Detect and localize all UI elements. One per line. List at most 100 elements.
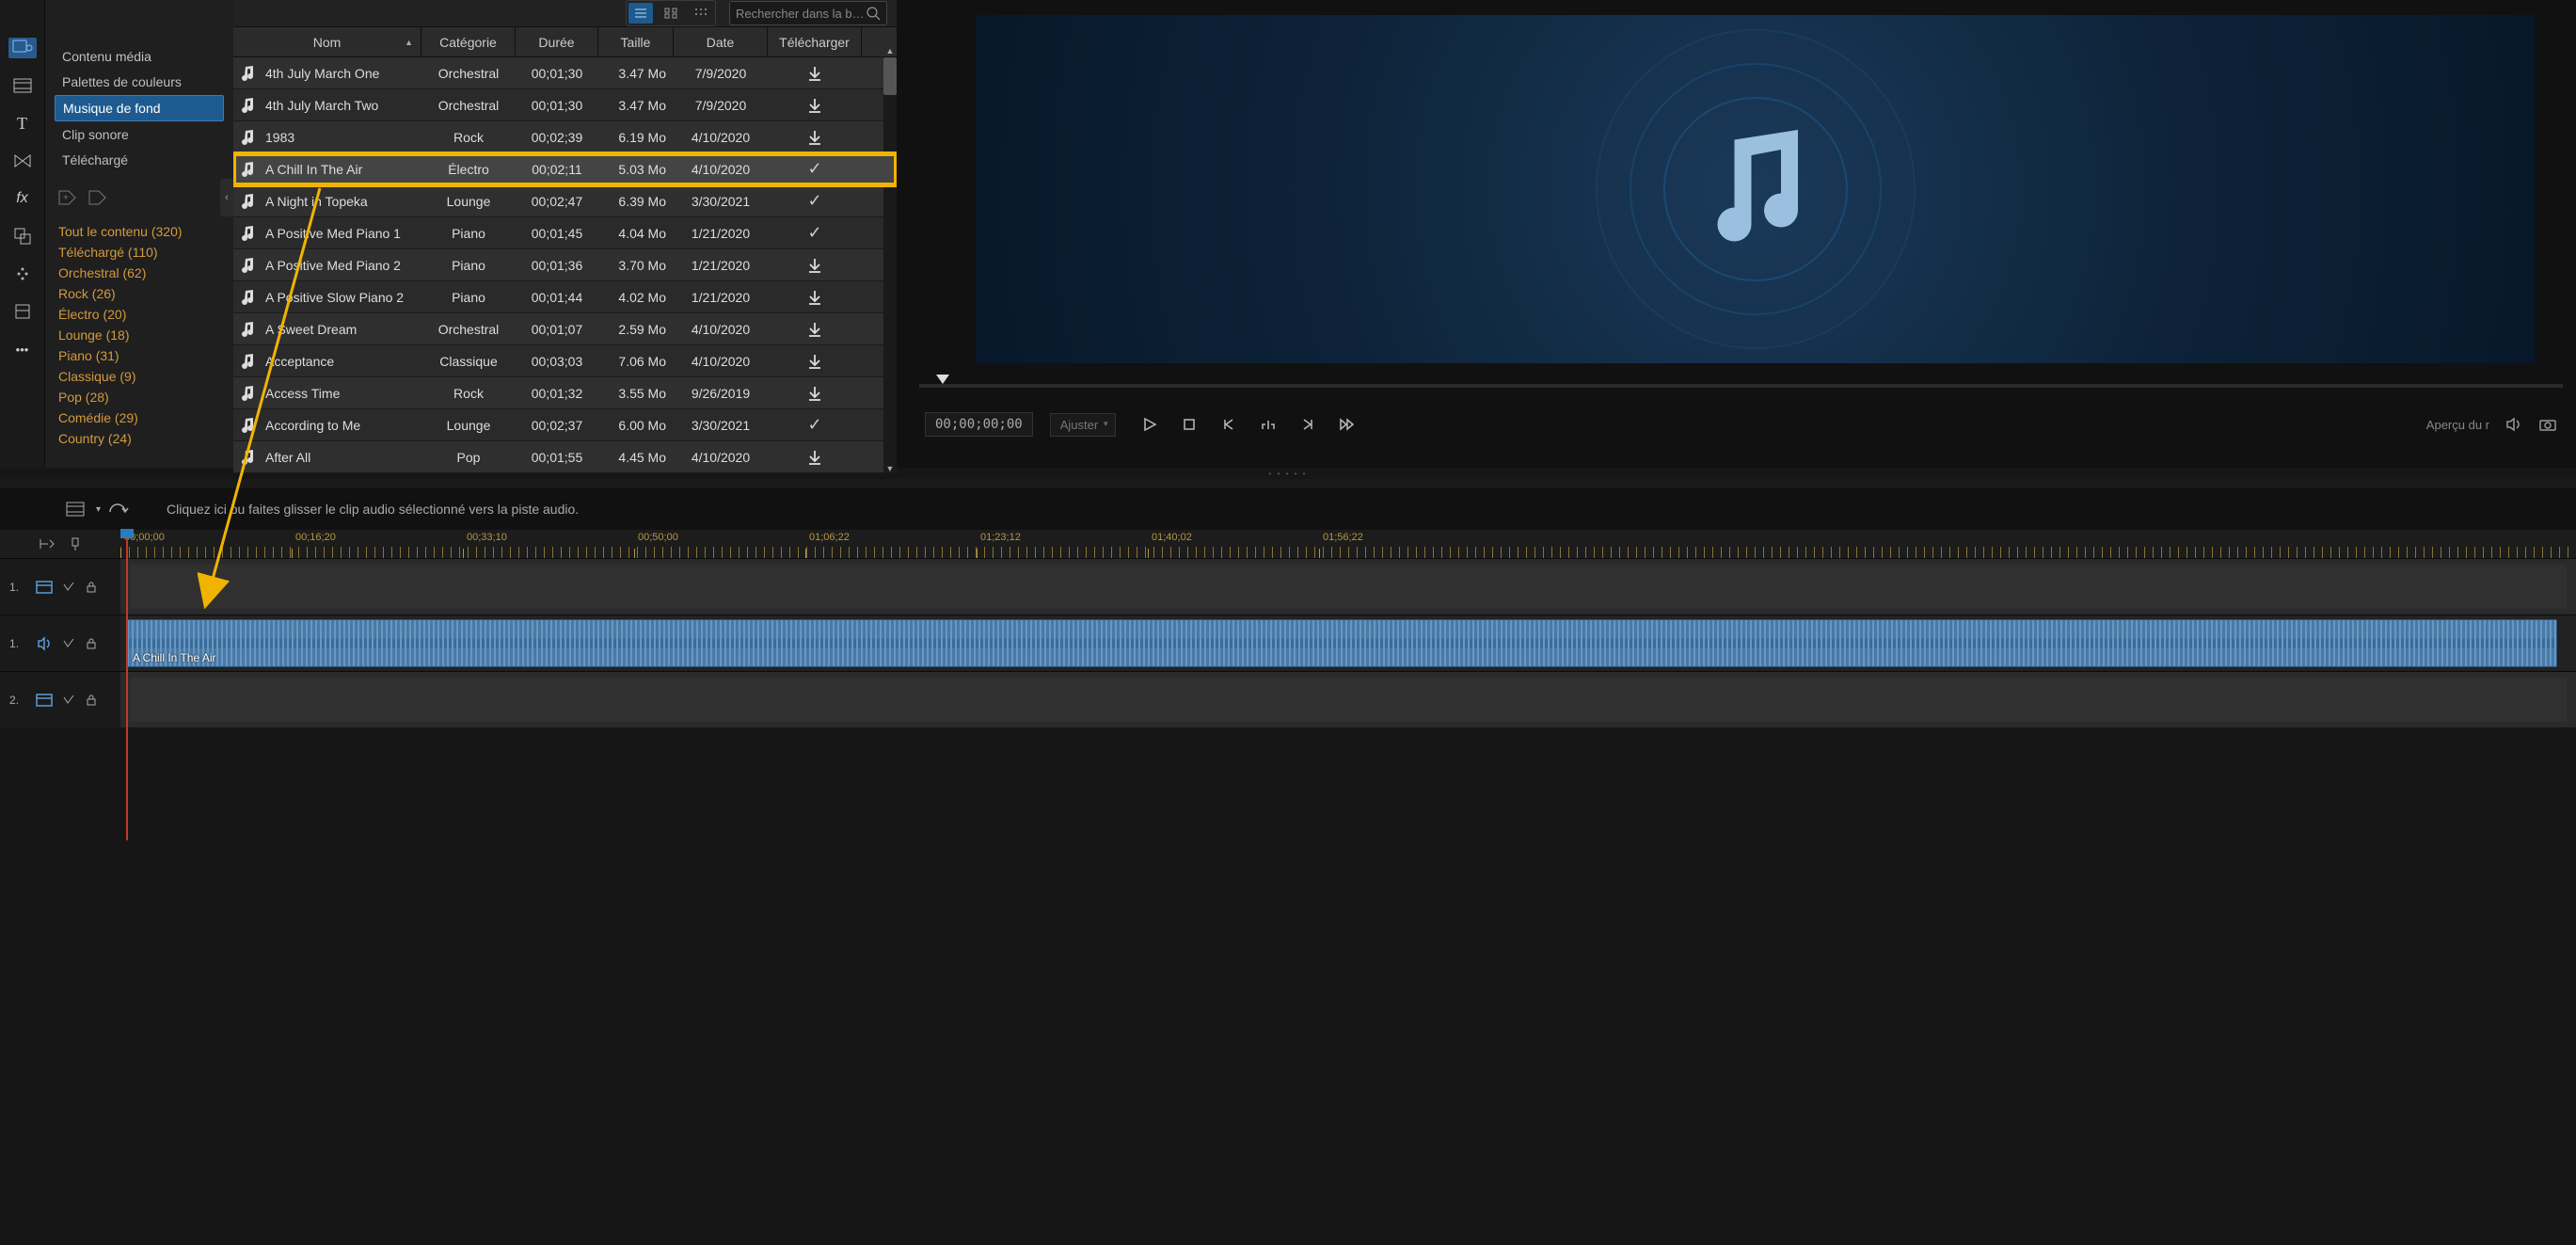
timecode-display[interactable]: 00;00;00;00: [925, 412, 1033, 437]
col-download[interactable]: Télécharger: [768, 27, 862, 56]
fast-forward-button[interactable]: [1336, 413, 1359, 436]
dropdown-caret-icon[interactable]: ▾: [96, 504, 101, 515]
more-icon[interactable]: •••: [8, 339, 37, 359]
time-ruler[interactable]: 00;00;0000;16;2000;33;1000;50;0001;06;22…: [120, 530, 2576, 558]
snapshot-icon[interactable]: [2538, 417, 2557, 432]
marker-button[interactable]: [1257, 413, 1280, 436]
track-visibility-toggle[interactable]: [62, 694, 75, 707]
table-row[interactable]: After AllPop00;01;554.45 Mo4/10/2020: [233, 441, 897, 473]
filter-item[interactable]: Classique (9): [58, 369, 220, 384]
track-download[interactable]: [768, 64, 862, 83]
track-visibility-toggle[interactable]: [62, 581, 75, 594]
filter-item[interactable]: Lounge (18): [58, 327, 220, 343]
fit-dropdown[interactable]: Ajuster: [1050, 413, 1116, 437]
sidebar-item[interactable]: Contenu média: [55, 44, 224, 69]
next-frame-button[interactable]: [1296, 413, 1319, 436]
table-row[interactable]: A Night in TopekaLounge00;02;476.39 Mo3/…: [233, 185, 897, 217]
filter-item[interactable]: Téléchargé (110): [58, 245, 220, 260]
playhead[interactable]: [126, 530, 128, 840]
table-row[interactable]: A Positive Slow Piano 2Piano00;01;444.02…: [233, 281, 897, 313]
track-download[interactable]: [768, 448, 862, 467]
track-download[interactable]: [768, 288, 862, 307]
filter-item[interactable]: Orchestral (62): [58, 265, 220, 280]
preview-quality-label[interactable]: Aperçu du r: [2426, 418, 2489, 432]
list-view-button[interactable]: [628, 3, 653, 24]
undo-arrow-icon[interactable]: [106, 501, 129, 518]
scroll-thumb[interactable]: [883, 57, 897, 95]
tag-icon[interactable]: [87, 188, 107, 209]
film-icon[interactable]: [8, 75, 37, 96]
track-download[interactable]: [768, 128, 862, 147]
timeline-tool-icon[interactable]: [66, 500, 90, 519]
small-grid-button[interactable]: [689, 3, 713, 24]
sidebar-item[interactable]: Palettes de couleurs: [55, 70, 224, 94]
media-room-icon[interactable]: [8, 38, 37, 58]
track-download[interactable]: [768, 191, 862, 211]
timeline-drop-strip[interactable]: ▾ Cliquez ici ou faites glisser le clip …: [0, 488, 2576, 530]
table-row[interactable]: AcceptanceClassique00;03;037.06 Mo4/10/2…: [233, 345, 897, 377]
grid-view-button[interactable]: [659, 3, 683, 24]
track-visibility-toggle[interactable]: [62, 637, 75, 650]
table-row[interactable]: A Sweet DreamOrchestral00;01;072.59 Mo4/…: [233, 313, 897, 345]
volume-icon[interactable]: [2504, 416, 2523, 433]
table-row[interactable]: 1983Rock00;02;396.19 Mo4/10/2020: [233, 121, 897, 153]
track-body[interactable]: [120, 559, 2576, 615]
filter-item[interactable]: Tout le contenu (320): [58, 224, 220, 239]
table-row[interactable]: 4th July March OneOrchestral00;01;303.47…: [233, 57, 897, 89]
col-date[interactable]: Date: [674, 27, 768, 56]
filter-item[interactable]: Comédie (29): [58, 410, 220, 425]
filter-item[interactable]: Électro (20): [58, 307, 220, 322]
table-row[interactable]: According to MeLounge00;02;376.00 Mo3/30…: [233, 409, 897, 441]
library-search[interactable]: Rechercher dans la bibli…: [729, 1, 887, 25]
template-icon[interactable]: [8, 301, 37, 322]
fx-icon[interactable]: fx: [8, 188, 37, 209]
filter-item[interactable]: Rock (26): [58, 286, 220, 301]
scroll-up-icon[interactable]: ▲: [883, 44, 897, 57]
track-download[interactable]: [768, 159, 862, 179]
audio-clip[interactable]: A Chill In The Air: [126, 619, 2557, 667]
table-row[interactable]: A Positive Med Piano 1Piano00;01;454.04 …: [233, 217, 897, 249]
preview-scrubber[interactable]: [919, 373, 2563, 395]
particle-icon[interactable]: [8, 263, 37, 284]
col-size[interactable]: Taille: [598, 27, 674, 56]
marker-tool-icon[interactable]: [67, 536, 84, 551]
track-lock-toggle[interactable]: [85, 637, 98, 650]
collapse-sidebar-button[interactable]: ‹: [220, 179, 233, 216]
track-download[interactable]: [768, 352, 862, 371]
col-name[interactable]: Nom: [233, 27, 421, 56]
scroll-down-icon[interactable]: ▼: [883, 462, 897, 475]
track-download[interactable]: [768, 96, 862, 115]
track-download[interactable]: [768, 415, 862, 435]
prev-frame-button[interactable]: [1217, 413, 1240, 436]
track-download[interactable]: [768, 223, 862, 243]
filter-item[interactable]: Country (24): [58, 431, 220, 446]
table-scrollbar[interactable]: ▲ ▼: [883, 57, 897, 473]
scrub-marker-icon[interactable]: [936, 375, 949, 384]
col-category[interactable]: Catégorie: [421, 27, 516, 56]
table-row[interactable]: A Chill In The AirÉlectro00;02;115.03 Mo…: [233, 153, 897, 185]
track-download[interactable]: [768, 256, 862, 275]
table-row[interactable]: A Positive Med Piano 2Piano00;01;363.70 …: [233, 249, 897, 281]
filter-item[interactable]: Piano (31): [58, 348, 220, 363]
col-duration[interactable]: Durée: [516, 27, 598, 56]
table-row[interactable]: Access TimeRock00;01;323.55 Mo9/26/2019: [233, 377, 897, 409]
filter-item[interactable]: Pop (28): [58, 390, 220, 405]
track-body[interactable]: A Chill In The Air: [120, 615, 2576, 671]
track-download[interactable]: [768, 320, 862, 339]
track-download[interactable]: [768, 384, 862, 403]
table-row[interactable]: 4th July March TwoOrchestral00;01;303.47…: [233, 89, 897, 121]
transition-icon[interactable]: [8, 151, 37, 171]
track-body[interactable]: [120, 672, 2576, 727]
sidebar-item[interactable]: Musique de fond: [55, 95, 224, 121]
track-size: 6.39 Mo: [598, 194, 674, 209]
sidebar-item[interactable]: Clip sonore: [55, 122, 224, 147]
sidebar-item[interactable]: Téléchargé: [55, 148, 224, 172]
snap-icon[interactable]: [37, 536, 57, 551]
overlay-icon[interactable]: [8, 226, 37, 247]
tag-add-icon[interactable]: +: [56, 188, 77, 209]
track-lock-toggle[interactable]: [85, 581, 98, 594]
track-lock-toggle[interactable]: [85, 694, 98, 707]
stop-button[interactable]: [1178, 413, 1201, 436]
play-button[interactable]: [1138, 413, 1161, 436]
text-icon[interactable]: T: [8, 113, 37, 134]
